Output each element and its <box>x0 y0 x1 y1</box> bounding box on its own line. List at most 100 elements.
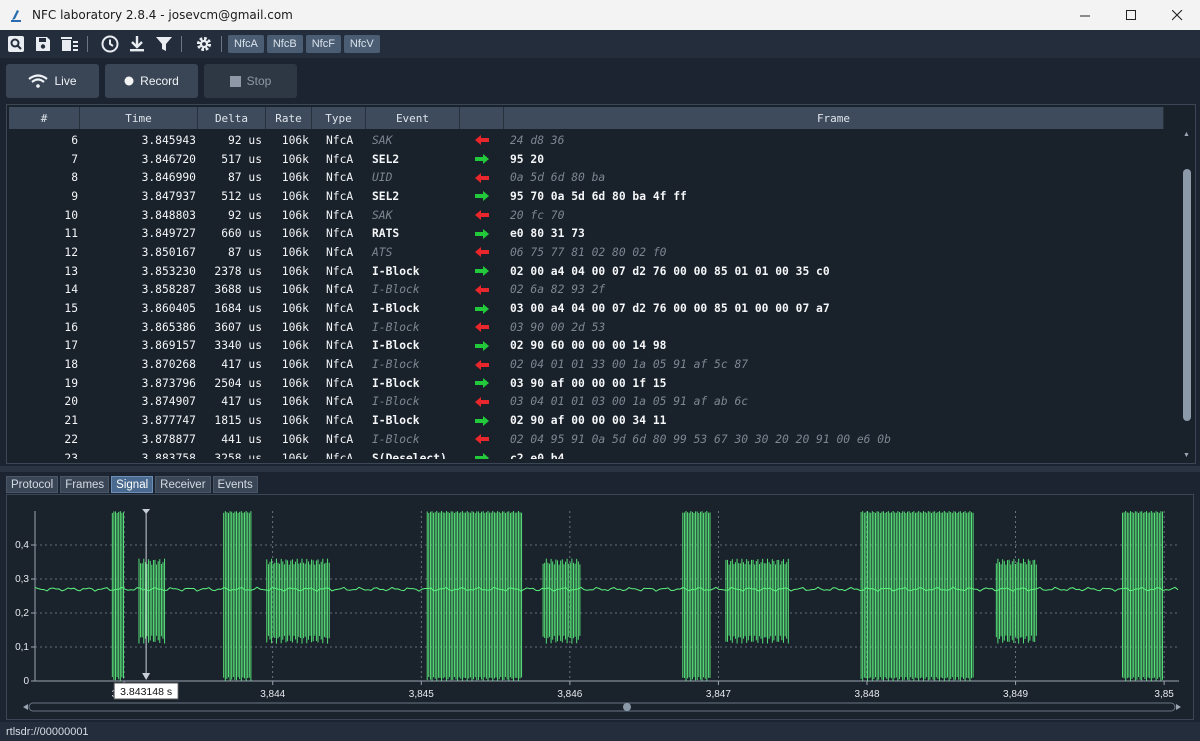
cell-rate: 106k <box>281 152 309 166</box>
table-row[interactable]: 9 3.847937 512 us 106k NfcA SEL2 95 70 0a 5d 6… <box>9 187 1177 206</box>
cell-frame: 02 90 60 00 00 00 14 98 <box>510 339 667 353</box>
bottom-tabs: Protocol Frames Signal Receiver Events <box>6 476 260 494</box>
table-row[interactable]: 18 3.870268 417 us 106k NfcA I-Block 02 04 01 … <box>9 355 1177 374</box>
save-icon[interactable] <box>32 33 54 55</box>
table-row[interactable]: 21 3.877747 1815 us 106k NfcA I-Block 02 90 af… <box>9 411 1177 430</box>
table-row[interactable]: 22 3.878877 441 us 106k NfcA I-Block 02 04 95 … <box>9 430 1177 449</box>
maximize-button[interactable] <box>1108 0 1154 30</box>
gear-icon[interactable] <box>193 33 215 55</box>
cell-type: NfcA <box>326 208 354 222</box>
scrollbar-thumb[interactable] <box>1183 169 1191 421</box>
filter-nfca-button[interactable]: NfcA <box>228 35 264 53</box>
cell-frame: 95 70 0a 5d 6d 80 ba 4f ff <box>510 189 687 203</box>
cell-event: I-Block <box>372 376 420 390</box>
column-header-type[interactable]: Type <box>312 107 366 129</box>
signal-chart[interactable]: 00,10,20,30,43,8433,8443,8453,8463,8473,… <box>7 495 1193 719</box>
signal-burst-path <box>1122 511 1163 681</box>
cell-time: 3.883758 <box>141 451 196 459</box>
table-row[interactable]: 11 3.849727 660 us 106k NfcA RATS e0 80 31 73 <box>9 224 1177 243</box>
column-header-time[interactable]: Time <box>80 107 198 129</box>
column-header-delta[interactable]: Delta <box>198 107 266 129</box>
table-row[interactable]: 12 3.850167 87 us 106k NfcA ATS 06 75 77 81 02… <box>9 243 1177 262</box>
tab-events[interactable]: Events <box>212 476 258 493</box>
arrow-right-icon <box>460 266 504 277</box>
table-row[interactable]: 19 3.873796 2504 us 106k NfcA I-Block 03 90 af… <box>9 374 1177 393</box>
arrow-right-icon <box>460 453 504 459</box>
cell-type: NfcA <box>326 358 354 372</box>
tab-frames[interactable]: Frames <box>60 476 110 493</box>
arrow-right-icon <box>460 415 504 426</box>
signal-burst <box>725 558 789 644</box>
cell-delta: 441 us <box>221 432 262 446</box>
filter-nfcv-button[interactable]: NfcV <box>343 35 380 53</box>
cell-frame: 06 75 77 81 02 80 02 f0 <box>510 245 667 259</box>
filter-nfcb-button[interactable]: NfcB <box>266 35 303 53</box>
table-row[interactable]: 7 3.846720 517 us 106k NfcA SEL2 95 20 <box>9 150 1177 169</box>
tab-protocol[interactable]: Protocol <box>6 476 59 493</box>
download-icon[interactable] <box>126 33 148 55</box>
frames-table[interactable]: # Time Delta Rate Type Event Frame 6 3.84… <box>6 104 1196 464</box>
column-header-rate[interactable]: Rate <box>266 107 312 129</box>
column-header-num[interactable]: # <box>9 107 80 129</box>
column-header-frame[interactable]: Frame <box>504 107 1164 129</box>
table-row[interactable]: 15 3.860405 1684 us 106k NfcA I-Block 03 00 a4… <box>9 299 1177 318</box>
x-tick-label: 3,844 <box>260 689 285 700</box>
arrow-right-icon <box>460 340 504 351</box>
close-button[interactable] <box>1154 0 1200 30</box>
minimize-button[interactable] <box>1062 0 1108 30</box>
cell-time: 3.870268 <box>141 358 196 372</box>
scroll-up-icon[interactable]: ▲ <box>1183 131 1190 138</box>
cell-delta: 92 us <box>227 133 262 147</box>
record-button[interactable]: Record <box>105 64 198 98</box>
signal-burst <box>138 558 166 644</box>
table-row[interactable]: 17 3.869157 3340 us 106k NfcA I-Block 02 90 60… <box>9 337 1177 356</box>
cell-rate: 106k <box>281 451 309 459</box>
table-row[interactable]: 16 3.865386 3607 us 106k NfcA I-Block 03 90 00… <box>9 318 1177 337</box>
cell-delta: 87 us <box>227 245 262 259</box>
cell-time: 3.860405 <box>141 302 196 316</box>
column-header-direction[interactable] <box>460 107 504 129</box>
cell-frame: 02 04 95 91 0a 5d 6d 80 99 53 67 30 30 2… <box>510 432 891 446</box>
cell-num: 16 <box>64 320 78 334</box>
table-scrollbar[interactable]: ▲ ▼ <box>1182 131 1192 459</box>
cell-frame: c2 e0 b4 <box>510 451 565 459</box>
filter-icon[interactable] <box>153 33 175 55</box>
cell-time: 3.869157 <box>141 339 196 353</box>
cell-time: 3.877747 <box>141 414 196 428</box>
record-dot-icon <box>124 76 134 86</box>
cell-rate: 106k <box>281 283 309 297</box>
table-row[interactable]: 14 3.858287 3688 us 106k NfcA I-Block 02 6a 82… <box>9 281 1177 300</box>
table-row[interactable]: 20 3.874907 417 us 106k NfcA I-Block 03 04 01 … <box>9 393 1177 412</box>
cell-event: SAK <box>372 133 393 147</box>
chart-scrollbar-thumb[interactable] <box>623 703 631 711</box>
signal-burst <box>860 511 974 681</box>
signal-chart-panel[interactable]: 00,10,20,30,43,8433,8443,8453,8463,8473,… <box>6 494 1194 720</box>
filter-nfcf-button[interactable]: NfcF <box>305 35 341 53</box>
table-row[interactable]: 13 3.853230 2378 us 106k NfcA I-Block 02 00 a4… <box>9 262 1177 281</box>
cell-event: RATS <box>372 227 400 241</box>
cell-rate: 106k <box>281 358 309 372</box>
tab-signal[interactable]: Signal <box>111 476 154 493</box>
table-row[interactable]: 8 3.846990 87 us 106k NfcA UID 0a 5d 6d 80 ba <box>9 168 1177 187</box>
live-button[interactable]: Live <box>6 64 99 98</box>
column-header-event[interactable]: Event <box>366 107 460 129</box>
cell-event: SAK <box>372 208 393 222</box>
table-row[interactable]: 10 3.848803 92 us 106k NfcA SAK 20 fc 70 <box>9 206 1177 225</box>
table-row[interactable]: 6 3.845943 92 us 106k NfcA SAK 24 d8 36 <box>9 131 1177 150</box>
clock-icon[interactable] <box>99 33 121 55</box>
arrow-right-icon <box>460 378 504 389</box>
clear-icon[interactable] <box>59 33 81 55</box>
arrow-left-icon <box>460 135 504 146</box>
table-row[interactable]: 23 3.883758 3258 us 106k NfcA S(Deselect) c2 e… <box>9 449 1177 459</box>
cell-delta: 87 us <box>227 171 262 185</box>
tab-receiver[interactable]: Receiver <box>155 476 211 493</box>
scroll-down-icon[interactable]: ▼ <box>1183 452 1190 459</box>
stop-button[interactable]: Stop <box>204 64 297 98</box>
cell-delta: 3607 us <box>214 320 262 334</box>
cell-delta: 512 us <box>221 189 262 203</box>
panel-splitter[interactable] <box>0 466 1200 472</box>
cell-type: NfcA <box>326 264 354 278</box>
cell-type: NfcA <box>326 376 354 390</box>
search-icon[interactable] <box>5 33 27 55</box>
y-tick-label: 0,3 <box>15 574 29 585</box>
